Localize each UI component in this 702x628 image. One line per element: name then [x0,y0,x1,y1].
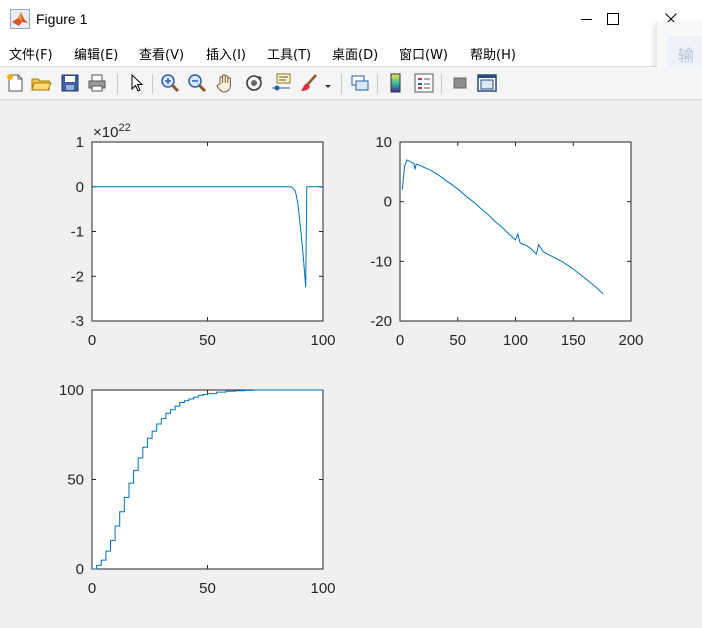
x-tick-label: 50 [199,332,216,349]
menu-help[interactable]: 帮助(H) [470,44,516,63]
maximize-icon [607,13,619,25]
y-tick-label: 0 [76,561,84,578]
zoom-out-icon[interactable] [186,72,208,94]
brush-icon[interactable] [298,72,320,94]
open-file-icon[interactable] [30,72,52,94]
colorbar-icon[interactable] [385,72,407,94]
y-tick-label: 100 [59,382,84,399]
title-bar: Figure 1 [0,0,702,38]
x-tick-label: 100 [503,332,528,349]
show-plot-tools-icon[interactable] [476,72,498,94]
data-cursor-icon[interactable] [270,72,292,94]
menu-insert[interactable]: 插入(I) [206,44,246,63]
x-tick-label: 50 [449,332,466,349]
x-tick-label: 100 [310,580,335,597]
y-tick-label: 1 [76,134,84,151]
save-icon[interactable] [59,72,81,94]
toolbar-separator [377,74,378,94]
x-tick-label: 0 [88,580,96,597]
x-tick-label: 50 [199,580,216,597]
x-tick-label: 200 [618,332,643,349]
figure-canvas[interactable]: 0 50 10010-1-2-3 ×1022 0 50 100 150 200100-10-… [0,100,702,628]
y-tick-label: 0 [76,179,84,196]
y-tick-label: -10 [370,253,392,270]
zoom-in-icon[interactable] [159,72,181,94]
hide-plot-tools-icon[interactable] [449,72,471,94]
axes-1[interactable]: 0 50 100 1 0 -1 -2 -3 ×1022 [71,122,336,349]
new-figure-icon[interactable] [4,72,26,94]
menu-bar: 文件(F) 编辑(E) 查看(V) 插入(I) 工具(T) 桌面(D) 窗口(W… [0,38,702,67]
menu-desktop[interactable]: 桌面(D) [332,44,378,63]
x-tick-label: 0 [396,332,404,349]
menu-tools[interactable]: 工具(T) [267,44,311,63]
menu-file[interactable]: 文件(F) [9,44,53,63]
legend-icon[interactable] [413,72,435,94]
menu-edit[interactable]: 编辑(E) [74,44,118,63]
figure-toolbar [0,67,702,100]
matlab-icon [10,9,30,29]
y-tick-label: 10 [375,134,392,151]
ime-text: 输 [678,46,695,65]
brush-dropdown-icon[interactable] [322,72,334,94]
y-tick-label: -20 [370,313,392,330]
maximize-button[interactable] [590,4,636,34]
toolbar-separator [341,74,342,94]
toolbar-separator [441,74,442,94]
axes-1-frame [91,141,324,322]
x-tick-label: 0 [88,332,96,349]
axes-1-exponent-label: ×1022 [93,122,131,141]
link-plot-icon[interactable] [349,72,371,94]
y-tick-label: 50 [67,472,84,489]
pan-hand-icon[interactable] [214,72,236,94]
y-tick-label: -1 [71,224,84,241]
y-tick-label: -3 [71,313,84,330]
menu-window[interactable]: 窗口(W) [399,44,448,63]
axes-3-frame [91,389,324,570]
y-tick-label: -2 [71,268,84,285]
axes-2-frame [399,141,632,322]
window-title: Figure 1 [36,11,88,27]
rotate-3d-icon[interactable] [243,72,265,94]
y-tick-label: 0 [384,194,392,211]
x-tick-label: 150 [561,332,586,349]
x-tick-label: 100 [310,332,335,349]
toolbar-separator [117,74,118,94]
print-icon[interactable] [86,72,108,94]
select-arrow-icon[interactable] [125,72,147,94]
axes-2[interactable]: 0 50 100 150 200100-10-20 [370,134,643,349]
menu-view[interactable]: 查看(V) [139,44,184,63]
toolbar-separator [152,74,153,94]
axes-3[interactable]: 0 50 100 100 50 0 [59,382,336,597]
